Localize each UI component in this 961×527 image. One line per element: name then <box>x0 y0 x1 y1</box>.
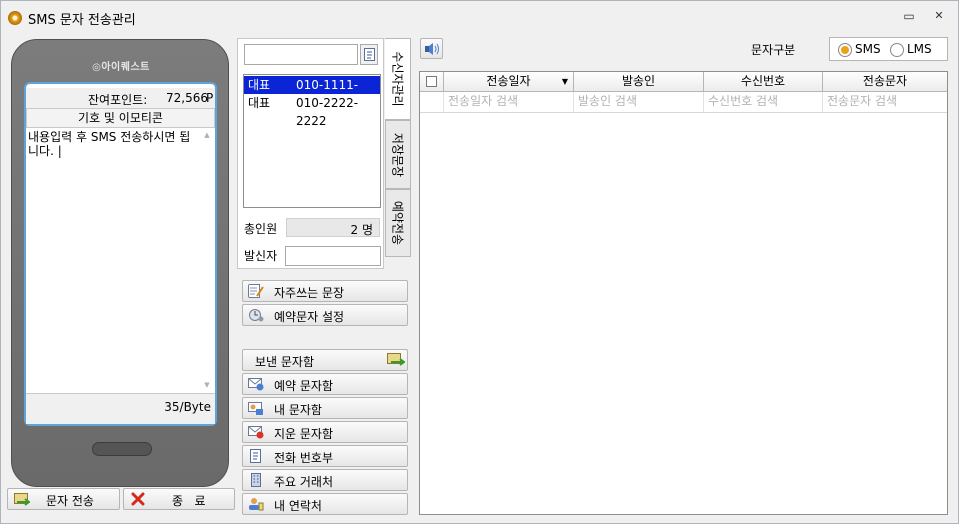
send-arrow-icon <box>14 493 30 506</box>
frequent-phrases-button[interactable]: 자주쓰는 문장 <box>242 280 408 302</box>
red-x-icon <box>131 492 145 506</box>
grid-filter-row: 전송일자 검색 발송인 검색 수신번호 검색 전송문자 검색 <box>420 92 947 113</box>
scheduled-box-button[interactable]: 예약 문자함 <box>242 373 408 395</box>
phone-frame: ◎아이퀘스트 잔여포인트: 72,566 P 기호 및 이모티콘 내용입력 후 … <box>11 39 229 487</box>
window-title: SMS 문자 전송관리 <box>28 13 136 28</box>
select-all-checkbox[interactable] <box>426 76 437 87</box>
scroll-down-icon[interactable]: ▼ <box>202 381 212 391</box>
scheduled-mail-icon <box>248 378 264 391</box>
points-label: 잔여포인트: <box>88 93 148 107</box>
grid-header: 전송일자 ▼ 발송인 수신번호 전송문자 <box>420 72 947 92</box>
points-row: 잔여포인트: 72,566 P <box>26 88 215 108</box>
menu-label: 예약 문자함 <box>274 379 334 393</box>
menu-label: 내 문자함 <box>274 403 322 417</box>
filter-spacer <box>420 92 444 112</box>
emoticon-button[interactable]: 기호 및 이모티콘 <box>26 108 215 128</box>
total-count-label: 총인원 <box>244 222 278 236</box>
recipient-phone: 010-2222-2222 <box>296 96 359 128</box>
scroll-up-icon[interactable]: ▲ <box>202 131 212 141</box>
my-mail-icon <box>248 402 263 415</box>
recipient-row[interactable]: 대표 010-2222-2222 <box>244 94 380 128</box>
my-contacts-button[interactable]: 내 연락처 <box>242 493 408 515</box>
menu-label: 자주쓰는 문장 <box>274 286 345 300</box>
tab-label: 저장문장 <box>390 132 405 177</box>
sent-mail-icon <box>387 353 405 366</box>
minimize-button[interactable]: ▭ <box>899 9 919 25</box>
tab-label: 예약전송 <box>390 200 405 246</box>
sms-radio[interactable] <box>838 43 852 57</box>
column-recipient-number[interactable]: 수신번호 <box>704 72 823 92</box>
recipient-list[interactable]: 대표 010-1111-1111 대표 010-2222-2222 <box>243 74 381 208</box>
speaker-button[interactable] <box>420 38 443 59</box>
message-text: 내용입력 후 SMS 전송하시면 됩니다. | <box>28 130 191 158</box>
message-history-grid[interactable]: 전송일자 ▼ 발송인 수신번호 전송문자 전송일자 검색 발송인 검색 수신번호… <box>419 71 948 515</box>
byte-counter-row: 35/Byte <box>26 393 215 424</box>
app-logo-icon <box>8 11 22 25</box>
menu-label: 주요 거래처 <box>274 475 334 489</box>
recipient-name: 대표 <box>248 96 271 110</box>
menu-label: 보낸 문자함 <box>255 355 315 369</box>
building-icon <box>251 473 261 487</box>
recipient-row[interactable]: 대표 010-1111-1111 <box>244 76 380 110</box>
phone-screen: 잔여포인트: 72,566 P 기호 및 이모티콘 내용입력 후 SMS 전송하… <box>24 82 217 426</box>
menu-label: 전화 번호부 <box>274 451 334 465</box>
filter-send-date[interactable]: 전송일자 검색 <box>444 92 574 112</box>
scheduled-settings-button[interactable]: 예약문자 설정 <box>242 304 408 326</box>
points-value: 72,566 <box>166 91 208 105</box>
message-type-label: 문자구분 <box>751 43 796 57</box>
byte-count: 35/Byte <box>164 400 211 414</box>
phone-brand-logo: ◎아이퀘스트 <box>92 62 150 73</box>
column-label: 전송일자 <box>486 74 531 88</box>
tab-label: 수신자관리 <box>390 51 404 107</box>
lms-radio-label: LMS <box>907 42 932 56</box>
column-message[interactable]: 전송문자 <box>823 72 947 92</box>
gear-clock-icon <box>249 309 264 322</box>
filter-recipient-number[interactable]: 수신번호 검색 <box>704 92 823 112</box>
tab-recipient-management[interactable]: 수신자관리 <box>385 38 411 120</box>
menu-label: 지운 문자함 <box>274 427 334 441</box>
message-textarea[interactable]: 내용입력 후 SMS 전송하시면 됩니다. | ▲ ▼ <box>26 129 215 393</box>
tab-scheduled-send[interactable]: 예약전송 <box>385 189 411 257</box>
lms-radio[interactable] <box>890 43 904 57</box>
send-message-button[interactable]: 문자 전송 <box>7 488 120 510</box>
message-type-group: SMS LMS <box>829 37 948 61</box>
send-message-label: 문자 전송 <box>46 494 94 508</box>
deleted-mail-icon <box>248 426 264 439</box>
sender-number-input[interactable] <box>285 246 381 266</box>
points-unit: P <box>206 91 214 105</box>
contact-card-icon <box>249 498 264 511</box>
title-bar: SMS 문자 전송관리 ▭ ✕ <box>1 1 958 33</box>
select-all-cell <box>420 72 444 92</box>
menu-label: 내 연락처 <box>274 499 322 513</box>
phonebook-icon <box>250 449 261 463</box>
sender-label: 발신자 <box>244 249 278 263</box>
phone-home-button <box>92 442 152 456</box>
key-clients-button[interactable]: 주요 거래처 <box>242 469 408 491</box>
deleted-box-button[interactable]: 지운 문자함 <box>242 421 408 443</box>
recipient-panel: 대표 010-1111-1111 대표 010-2222-2222 총인원 2 … <box>237 38 384 269</box>
close-button[interactable]: ✕ <box>929 9 949 25</box>
filter-message[interactable]: 전송문자 검색 <box>823 92 947 112</box>
sort-desc-icon: ▼ <box>561 77 568 86</box>
sms-radio-label: SMS <box>855 42 881 56</box>
sent-box-button[interactable]: 보낸 문자함 <box>242 349 408 371</box>
total-count-box: 2 명 <box>286 218 380 237</box>
app-window: SMS 문자 전송관리 ▭ ✕ ◎아이퀘스트 잔여포인트: 72,566 P 기… <box>0 0 959 524</box>
filter-sender[interactable]: 발송인 검색 <box>574 92 704 112</box>
column-send-date[interactable]: 전송일자 ▼ <box>444 72 574 92</box>
total-count-value: 2 명 <box>350 223 374 237</box>
my-box-button[interactable]: 내 문자함 <box>242 397 408 419</box>
phonebook-small-icon <box>364 48 375 61</box>
phonebook-button[interactable]: 전화 번호부 <box>242 445 408 467</box>
menu-label: 예약문자 설정 <box>274 310 345 324</box>
column-sender[interactable]: 발송인 <box>574 72 704 92</box>
recipient-name: 대표 <box>248 78 271 92</box>
add-recipient-button[interactable] <box>360 44 378 65</box>
exit-button[interactable]: 종 료 <box>123 488 235 510</box>
recipient-number-input[interactable] <box>244 44 358 65</box>
speaker-icon <box>425 43 439 55</box>
pencil-note-icon <box>248 284 264 298</box>
tab-saved-messages[interactable]: 저장문장 <box>385 120 411 189</box>
exit-label: 종 료 <box>172 494 206 508</box>
